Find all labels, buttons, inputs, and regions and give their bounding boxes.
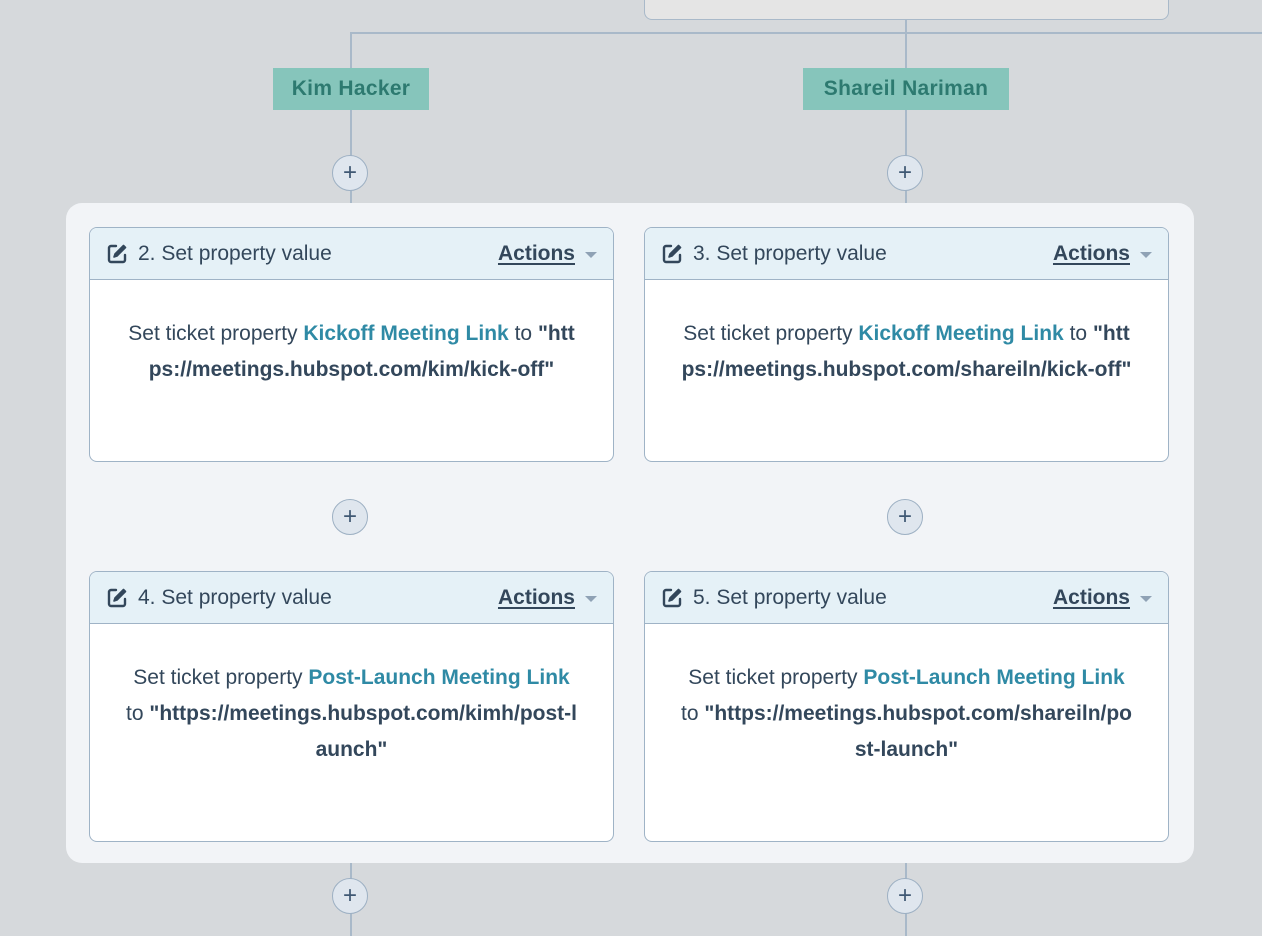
- description-prefix: Set ticket property: [128, 322, 298, 345]
- edit-icon: [661, 587, 683, 609]
- description-connector: to: [514, 322, 533, 345]
- action-card[interactable]: 3. Set property value Actions Set ticket…: [644, 227, 1169, 462]
- property-link[interactable]: Post-Launch Meeting Link: [308, 666, 569, 689]
- action-card-header: 5. Set property value Actions: [645, 572, 1168, 624]
- add-action-button[interactable]: +: [332, 155, 368, 191]
- action-card-header: 2. Set property value Actions: [90, 228, 613, 280]
- action-description: Set ticket property Kickoff Meeting Link…: [645, 280, 1168, 388]
- caret-down-icon: [1140, 595, 1152, 602]
- caret-down-icon: [1140, 251, 1152, 258]
- plus-icon: +: [342, 159, 357, 186]
- description-prefix: Set ticket property: [688, 666, 858, 689]
- add-action-button[interactable]: +: [332, 878, 368, 914]
- action-title: 4. Set property value: [138, 585, 332, 609]
- plus-icon: +: [897, 882, 912, 909]
- edit-icon: [106, 587, 128, 609]
- action-description: Set ticket property Post-Launch Meeting …: [645, 624, 1168, 768]
- action-description: Set ticket property Post-Launch Meeting …: [90, 624, 613, 768]
- edit-icon: [106, 243, 128, 265]
- actions-label: Actions: [497, 585, 575, 609]
- branch-split-line: [350, 32, 1262, 34]
- description-connector: to: [681, 702, 699, 725]
- description-connector: to: [126, 702, 144, 725]
- actions-label: Actions: [1052, 241, 1130, 265]
- action-card-header: 3. Set property value Actions: [645, 228, 1168, 280]
- actions-dropdown[interactable]: Actions: [498, 242, 597, 266]
- plus-icon: +: [342, 503, 357, 530]
- plus-icon: +: [897, 503, 912, 530]
- plus-icon: +: [342, 882, 357, 909]
- branch-label-shareil-nariman[interactable]: Shareil Nariman: [803, 68, 1009, 110]
- caret-down-icon: [585, 595, 597, 602]
- actions-dropdown[interactable]: Actions: [1053, 586, 1152, 610]
- add-action-button[interactable]: +: [887, 499, 923, 535]
- actions-dropdown[interactable]: Actions: [498, 586, 597, 610]
- action-title: 5. Set property value: [693, 585, 887, 609]
- action-title: 2. Set property value: [138, 241, 332, 265]
- actions-dropdown[interactable]: Actions: [1053, 242, 1152, 266]
- action-card[interactable]: 2. Set property value Actions Set ticket…: [89, 227, 614, 462]
- description-prefix: Set ticket property: [683, 322, 853, 345]
- action-title: 3. Set property value: [693, 241, 887, 265]
- action-card[interactable]: 5. Set property value Actions Set ticket…: [644, 571, 1169, 842]
- property-link[interactable]: Post-Launch Meeting Link: [863, 666, 1124, 689]
- property-link[interactable]: Kickoff Meeting Link: [303, 322, 508, 345]
- add-action-button[interactable]: +: [887, 878, 923, 914]
- action-description: Set ticket property Kickoff Meeting Link…: [90, 280, 613, 388]
- actions-label: Actions: [1052, 585, 1130, 609]
- previous-action-card[interactable]: [644, 0, 1169, 20]
- add-action-button[interactable]: +: [887, 155, 923, 191]
- property-value: "https://meetings.hubspot.com/kimh/post-…: [149, 702, 577, 761]
- caret-down-icon: [585, 251, 597, 258]
- branch-label-kim-hacker[interactable]: Kim Hacker: [273, 68, 429, 110]
- plus-icon: +: [897, 159, 912, 186]
- action-card-header: 4. Set property value Actions: [90, 572, 613, 624]
- actions-label: Actions: [497, 241, 575, 265]
- add-action-button[interactable]: +: [332, 499, 368, 535]
- property-value: "https://meetings.hubspot.com/shareiln/p…: [704, 702, 1133, 761]
- action-card[interactable]: 4. Set property value Actions Set ticket…: [89, 571, 614, 842]
- edit-icon: [661, 243, 683, 265]
- property-link[interactable]: Kickoff Meeting Link: [858, 322, 1063, 345]
- description-connector: to: [1069, 322, 1088, 345]
- description-prefix: Set ticket property: [133, 666, 303, 689]
